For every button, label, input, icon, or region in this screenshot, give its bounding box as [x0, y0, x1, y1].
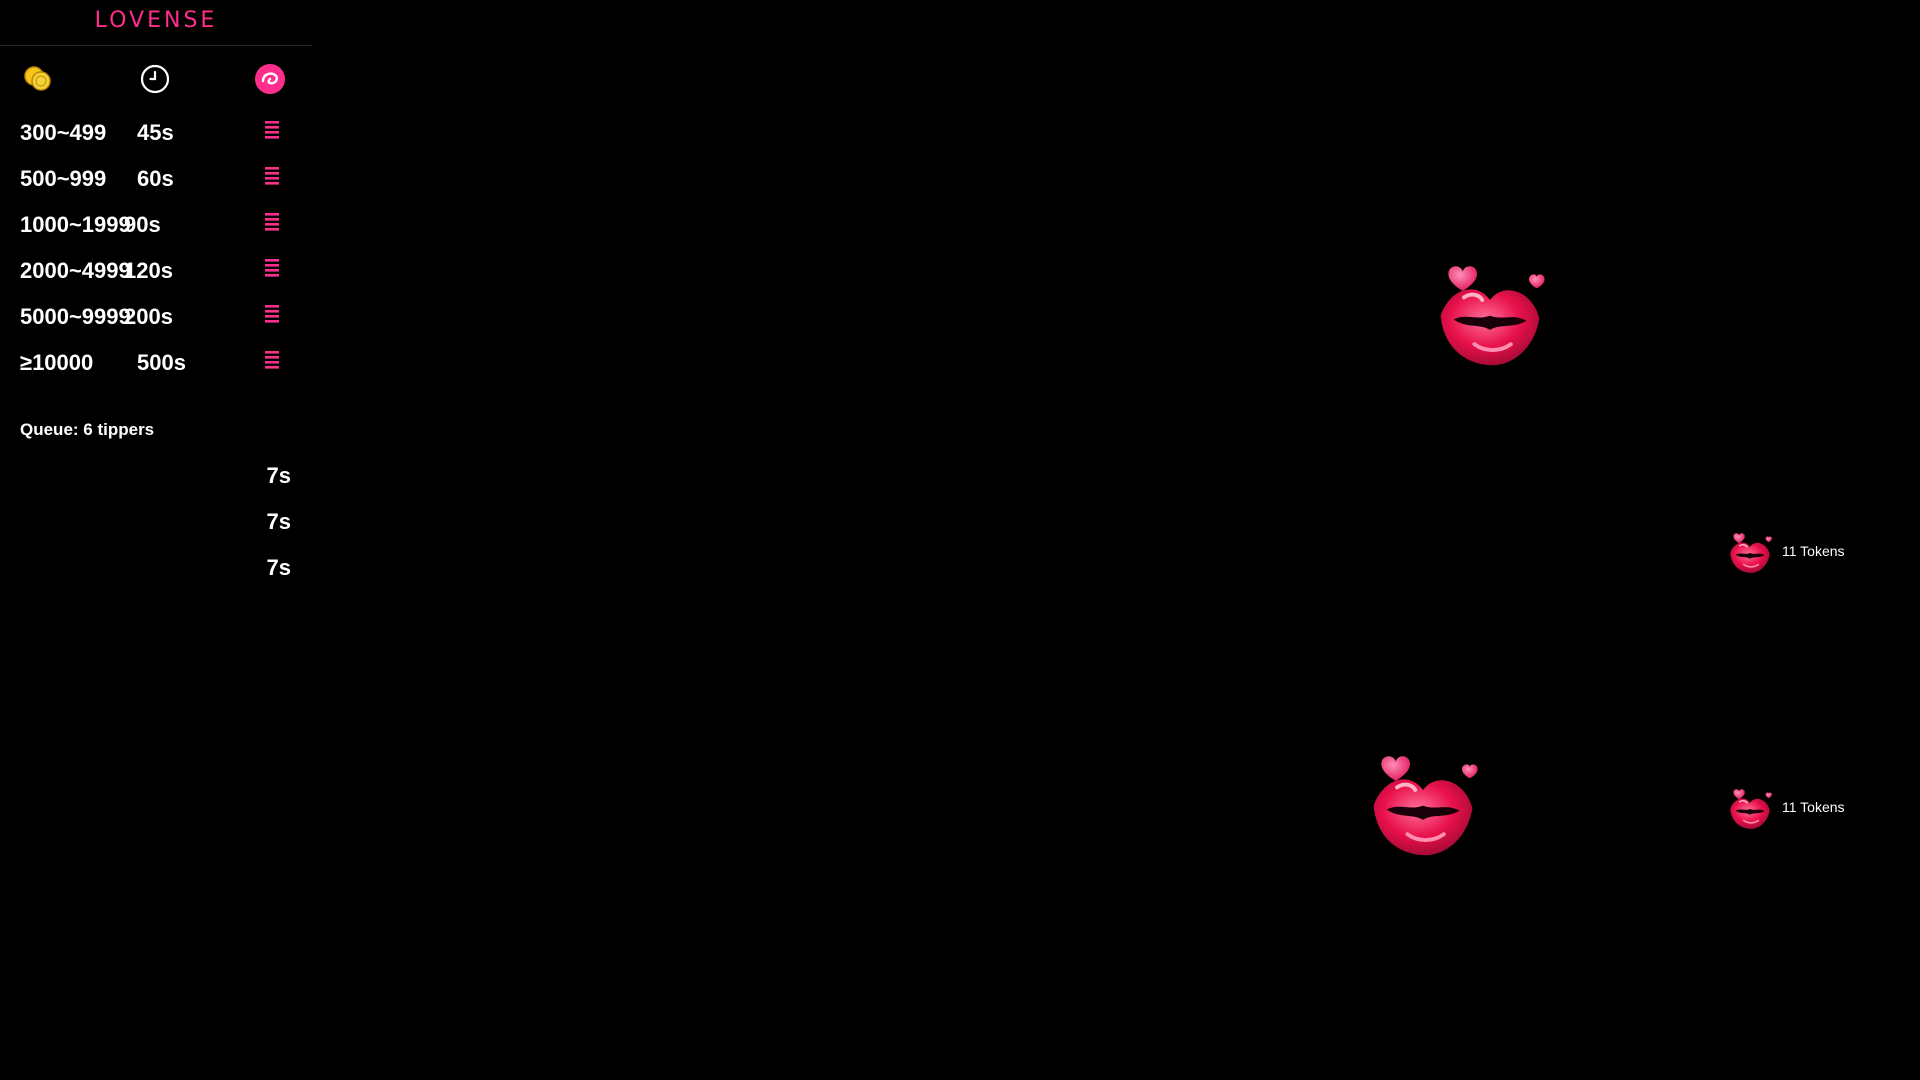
level-duration: 200s — [124, 304, 173, 329]
kiss-icon — [1729, 532, 1773, 574]
floating-kiss-icon — [1371, 754, 1480, 858]
level-range: 500~999 — [20, 166, 107, 191]
level-range: ≥10000 — [20, 350, 94, 375]
level-row: ≥10000 500s — [20, 342, 300, 382]
level-range: 300~499 — [20, 120, 107, 145]
queue-item: 7s — [266, 555, 291, 580]
tip-notification: 11 Tokens — [1724, 526, 1884, 578]
intensity-bars-icon — [265, 351, 279, 369]
level-row: 300~499 45s — [20, 112, 300, 152]
lovense-logo: LOVENSE — [94, 8, 218, 33]
kiss-icon — [1729, 788, 1773, 830]
tip-notification: 11 Tokens — [1724, 782, 1884, 834]
lovense-side-panel: LOVENSE 300~499 45s 500~999 60s 1000~199… — [0, 0, 312, 600]
queue-item: 7s — [266, 463, 291, 488]
level-range: 2000~4999 — [20, 258, 131, 283]
level-duration: 45s — [137, 120, 174, 145]
level-duration: 90s — [124, 212, 161, 237]
level-row: 5000~9999 200s — [20, 296, 300, 336]
intensity-bars-icon — [265, 167, 279, 185]
intensity-bars-icon — [265, 305, 279, 323]
intensity-bars-icon — [265, 213, 279, 231]
tip-amount: 11 Tokens — [1782, 543, 1845, 559]
level-row: 2000~4999 120s — [20, 250, 300, 290]
level-range: 5000~9999 — [20, 304, 131, 329]
intensity-bars-icon — [265, 121, 279, 139]
level-duration: 500s — [137, 350, 186, 375]
clock-icon — [140, 64, 170, 94]
tip-amount: 11 Tokens — [1782, 799, 1845, 815]
level-duration: 120s — [124, 258, 173, 283]
intensity-bars-icon — [265, 259, 279, 277]
queue-item: 7s — [266, 509, 291, 534]
level-row: 1000~1999 90s — [20, 204, 300, 244]
queue-label: Queue: 6 tippers — [20, 420, 155, 439]
lovense-toy-icon — [255, 64, 285, 94]
stream-overlay: LOVENSE 300~499 45s 500~999 60s 1000~199… — [0, 0, 1920, 1080]
floating-kiss-icon — [1438, 264, 1547, 368]
header-divider — [0, 45, 312, 46]
level-range: 1000~1999 — [20, 212, 131, 237]
level-row: 500~999 60s — [20, 158, 300, 198]
coin-icon — [24, 66, 51, 91]
level-duration: 60s — [137, 166, 174, 191]
